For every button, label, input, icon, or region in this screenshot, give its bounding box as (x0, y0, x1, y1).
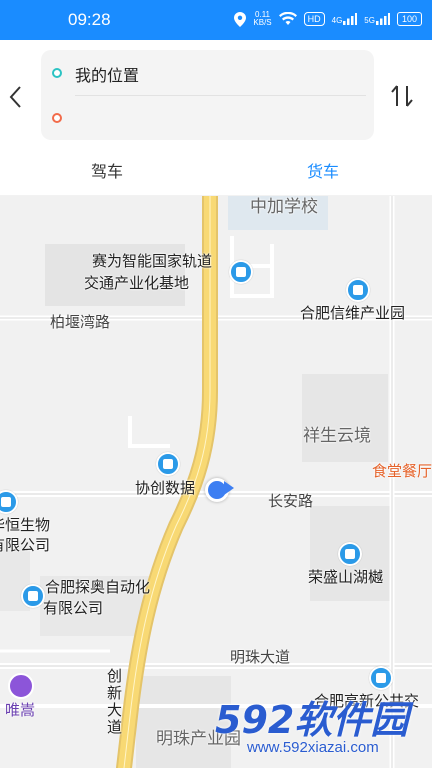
start-point-field[interactable]: 我的位置 (41, 50, 374, 95)
poi-building-icon[interactable] (346, 278, 370, 302)
location-heading-arrow-icon (224, 481, 234, 495)
watermark-url: www.592xiazai.com (247, 739, 379, 756)
battery-icon: 100 (396, 12, 422, 26)
status-bar: 09:28 0.11 KB/S HD 4G 5G 100 (0, 0, 432, 40)
status-icons: 0.11 KB/S HD 4G 5G 100 (234, 8, 422, 30)
map-label-xiechuang[interactable]: 协创数据 (135, 477, 195, 498)
wifi-icon (278, 12, 297, 25)
net-speed: 0.11 KB/S (253, 11, 271, 27)
hd-badge: HD (303, 12, 325, 26)
map-label-canteen[interactable]: 食堂餐厅 (372, 460, 432, 481)
location-icon (234, 11, 247, 27)
start-point-text: 我的位置 (75, 66, 140, 85)
back-arrow-icon[interactable] (6, 84, 26, 110)
road-label-baiyan: 柏堰湾路 (50, 313, 111, 331)
map-label-tanao-line2[interactable]: 有限公司 (43, 597, 103, 618)
map-label-tanao-line1[interactable]: 合肥探奥自动化 (45, 576, 150, 597)
map-label-saiwei-line1[interactable]: 赛为智能国家轨道 (92, 250, 212, 271)
watermark-brand: 592软件园 (215, 698, 409, 742)
poi-building-icon[interactable] (229, 260, 253, 284)
map-label-bio-line2[interactable]: 有限公司 (0, 534, 50, 555)
route-input-box: 我的位置 (41, 50, 374, 140)
signal-4g-label: 4G (331, 16, 343, 25)
poi-building-icon[interactable] (369, 666, 393, 690)
map-label-weisong[interactable]: 唯嵩 (5, 699, 35, 720)
swap-route-icon[interactable] (388, 82, 416, 110)
end-dot-icon (52, 113, 62, 123)
poi-building-icon[interactable] (156, 452, 180, 476)
signal-icon (343, 13, 358, 25)
map-label-bio-line1[interactable]: 华恒生物 (0, 514, 50, 535)
map-label-xinwei[interactable]: 合肥信维产业园 (300, 302, 405, 323)
road-label-mingzhu: 明珠大道 (230, 648, 291, 666)
route-header: 我的位置 驾车 货车 (0, 40, 432, 195)
end-point-field[interactable] (41, 95, 374, 140)
poi-building-icon[interactable] (338, 542, 362, 566)
tab-truck[interactable]: 货车 (307, 158, 339, 182)
signal-5g: 5G (364, 13, 390, 25)
map-view[interactable]: 中加学校 赛为智能国家轨道 交通产业化基地 柏堰湾路 合肥信维产业园 祥生云境 … (0, 196, 432, 768)
map-label-school[interactable]: 中加学校 (250, 196, 318, 217)
map-label-saiwei-line2[interactable]: 交通产业化基地 (84, 272, 189, 293)
map-label-xiangsheng[interactable]: 祥生云境 (303, 421, 371, 446)
tab-car[interactable]: 驾车 (91, 158, 123, 182)
signal-icon-2 (375, 13, 390, 25)
map-label-rongsheng[interactable]: 荣盛山湖樾 (308, 566, 383, 587)
road-label-chuangxin: 创新大道 (105, 668, 123, 736)
road-label-changan: 长安路 (268, 492, 314, 510)
poi-shop-icon[interactable] (8, 673, 34, 699)
watermark: 592软件园 www.592xiazai.com (215, 689, 432, 768)
net-speed-unit: KB/S (253, 18, 272, 27)
start-dot-icon (52, 68, 62, 78)
poi-building-icon[interactable] (21, 584, 45, 608)
status-time: 09:28 (68, 10, 111, 29)
signal-4g: 4G (332, 13, 358, 25)
signal-5g-label: 5G (364, 16, 375, 25)
